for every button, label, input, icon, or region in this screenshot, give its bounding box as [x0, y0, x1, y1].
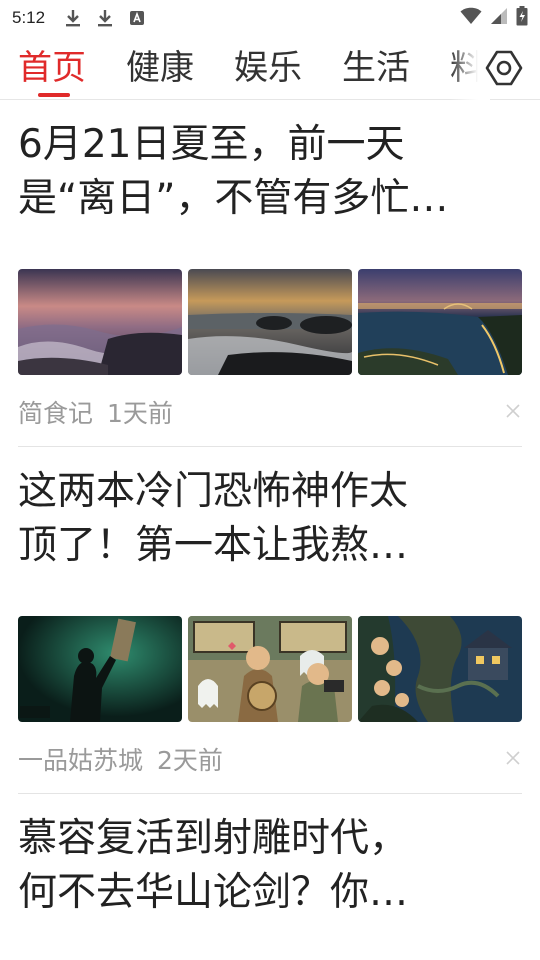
thumbnail-city-lake — [358, 269, 522, 375]
channel-settings-button[interactable] — [484, 48, 524, 88]
font-icon — [127, 8, 147, 28]
article-title: 这两本冷门恐怖神作太 顶了！第一本让我熬… — [18, 465, 522, 573]
article-meta: 一品姑苏城 2天前 — [18, 741, 223, 777]
thumbnail-cartoon-forest — [358, 616, 522, 722]
thumbnail-horror-figure — [18, 616, 182, 722]
battery-icon — [516, 6, 528, 30]
tab-entertainment[interactable]: 娱乐 — [234, 46, 302, 90]
title-line: 顶了！第一本让我熬… — [18, 523, 409, 568]
title-line: 这两本冷门恐怖神作太 — [18, 469, 409, 514]
article-title: 慕容复活到射雕时代， 何不去华山论剑？你… — [18, 812, 522, 920]
thumbnail-row — [18, 269, 522, 375]
download-icon — [95, 8, 115, 28]
thumbnail-row — [18, 616, 522, 722]
source-name: 简食记 — [18, 399, 94, 428]
thumbnail-cartoon-ghosts — [188, 616, 352, 722]
thumbnail-sea-sunset — [18, 269, 182, 375]
status-bar: 5:12 — [0, 0, 540, 36]
source-name: 一品姑苏城 — [18, 746, 144, 775]
title-line: 是“离日”，不管有多忙… — [18, 176, 449, 221]
feed-item[interactable]: 6月21日夏至，前一天 是“离日”，不管有多忙… 简食记 1天前 — [18, 118, 522, 448]
thumbnail-beach-rocks — [188, 269, 352, 375]
wifi-icon — [460, 7, 482, 29]
tab-home[interactable]: 首页 — [18, 46, 86, 90]
dismiss-icon[interactable] — [504, 749, 522, 767]
divider — [18, 446, 522, 447]
tab-health[interactable]: 健康 — [126, 46, 194, 90]
publish-time: 1天前 — [107, 399, 173, 428]
channel-tabs: 首页 健康 娱乐 生活 料 — [0, 36, 540, 100]
feed-item[interactable]: 这两本冷门恐怖神作太 顶了！第一本让我熬… 一品姑苏城 2天前 — [18, 465, 522, 795]
active-tab-indicator — [38, 93, 70, 97]
title-line: 6月21日夏至，前一天 — [18, 122, 405, 167]
title-line: 慕容复活到射雕时代， — [18, 816, 409, 861]
signal-icon — [490, 7, 508, 29]
download-icon — [63, 8, 83, 28]
dismiss-icon[interactable] — [504, 402, 522, 420]
feed-item[interactable]: 慕容复活到射雕时代， 何不去华山论剑？你… — [18, 812, 522, 960]
title-line: 何不去华山论剑？你… — [18, 870, 409, 915]
status-time: 5:12 — [12, 8, 46, 27]
divider — [18, 793, 522, 794]
article-title: 6月21日夏至，前一天 是“离日”，不管有多忙… — [18, 118, 522, 226]
article-meta: 简食记 1天前 — [18, 394, 173, 430]
tab-life[interactable]: 生活 — [342, 46, 410, 90]
publish-time: 2天前 — [157, 746, 223, 775]
settings-icon — [485, 50, 523, 86]
